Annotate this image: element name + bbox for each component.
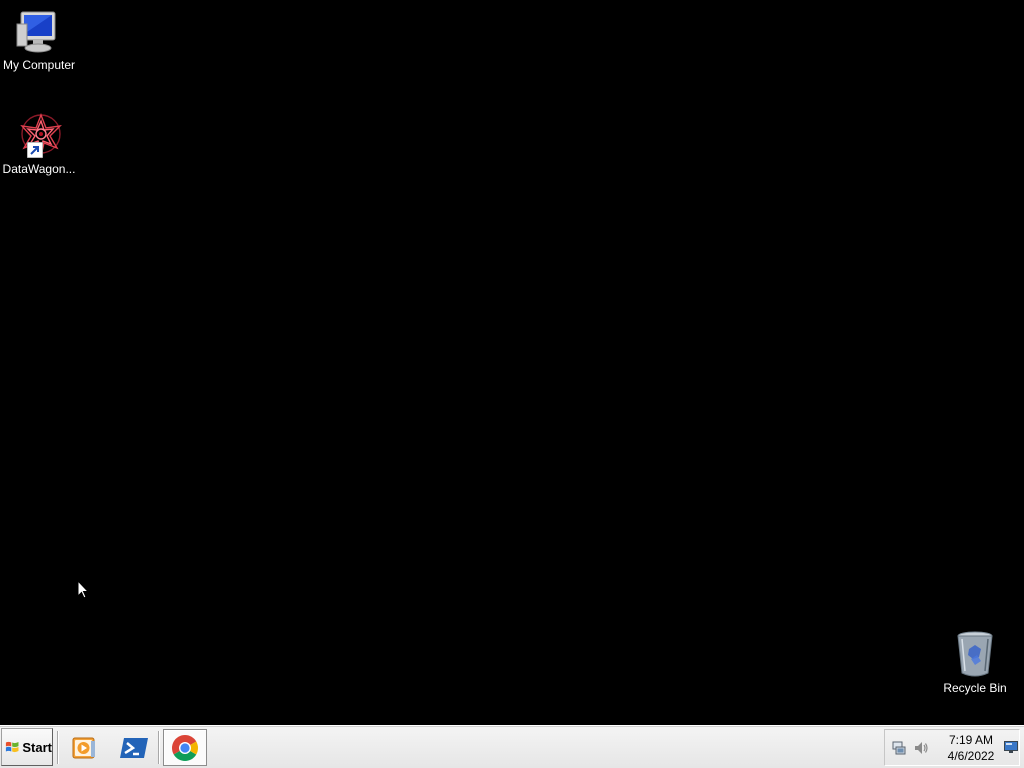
start-label: Start [22, 739, 52, 755]
taskbar-button-powershell[interactable] [112, 729, 156, 766]
windows-logo-icon [5, 741, 19, 753]
desktop-icon-label: DataWagon... [2, 162, 76, 176]
desktop-icon-my-computer[interactable]: My Computer [0, 8, 78, 72]
taskbar-button-chrome[interactable] [163, 729, 207, 766]
desktop-icon-label: My Computer [2, 58, 76, 72]
clock-time: 7:19 AM [948, 732, 994, 747]
start-button[interactable]: Start [1, 728, 53, 766]
taskbar-separator [57, 731, 59, 764]
taskbar-button-media-player[interactable] [62, 729, 106, 766]
shortcut-arrow-icon [27, 142, 43, 158]
system-tray: 7:19 AM 4/6/2022 [884, 729, 1020, 766]
clock-date: 4/6/2022 [947, 748, 995, 763]
mouse-cursor-icon [77, 580, 89, 599]
taskbar: Start 7:19 AM 4/6/2022 [0, 725, 1024, 768]
powershell-icon [120, 737, 148, 758]
computer-icon [15, 8, 63, 56]
volume-icon[interactable] [913, 740, 929, 756]
clock[interactable]: 7:19 AM 4/6/2022 [941, 732, 1001, 764]
chrome-icon [171, 734, 199, 761]
show-desktop-icon[interactable] [1004, 741, 1018, 753]
desktop[interactable]: My Computer DataWagon... Recycle Bin [0, 0, 1024, 725]
desktop-icon-label: Recycle Bin [943, 681, 1007, 695]
recycle-bin-icon [951, 631, 999, 679]
taskbar-separator [158, 731, 160, 764]
datawagon-icon [15, 112, 63, 160]
media-player-icon [72, 737, 95, 758]
desktop-icon-datawagon[interactable]: DataWagon... [0, 112, 78, 176]
network-icon[interactable] [891, 740, 907, 756]
desktop-icon-recycle-bin[interactable]: Recycle Bin [936, 631, 1014, 695]
